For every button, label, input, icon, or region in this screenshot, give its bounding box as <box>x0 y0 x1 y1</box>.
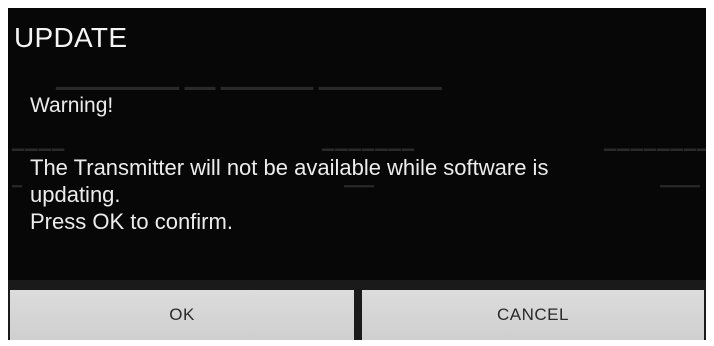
background-value-left: ▁ <box>12 172 22 187</box>
background-column-available: ▁▁▁▁▁▁▁▁▁ <box>604 134 706 151</box>
warning-text: Warning! <box>30 94 114 117</box>
dialog-button-bar: OK CANCEL <box>8 280 706 340</box>
dialog-message: The Transmitter will not be available wh… <box>30 154 690 235</box>
background-storage-text: ▁▁▁▁▁▁▁▁ ▁▁ ▁▁▁▁▁▁ ▁▁▁▁▁▁▁▁ <box>56 68 442 90</box>
background-column-presets: ▁▁▁▁▁▁▁ <box>322 134 416 151</box>
message-line: Press OK to confirm. <box>30 209 233 234</box>
ok-button[interactable]: OK <box>10 290 354 340</box>
dialog-title: UPDATE <box>14 22 128 53</box>
background-column-logs: ▁▁▁▁ <box>12 134 66 151</box>
cancel-button[interactable]: CANCEL <box>362 290 704 340</box>
update-dialog: ▁▁▁▁▁▁▁▁ ▁▁ ▁▁▁▁▁▁ ▁▁▁▁▁▁▁▁ ▁▁▁▁ ▁▁▁▁▁▁▁… <box>8 8 706 340</box>
message-line: The Transmitter will not be available wh… <box>30 155 549 180</box>
message-line: updating. <box>30 182 121 207</box>
